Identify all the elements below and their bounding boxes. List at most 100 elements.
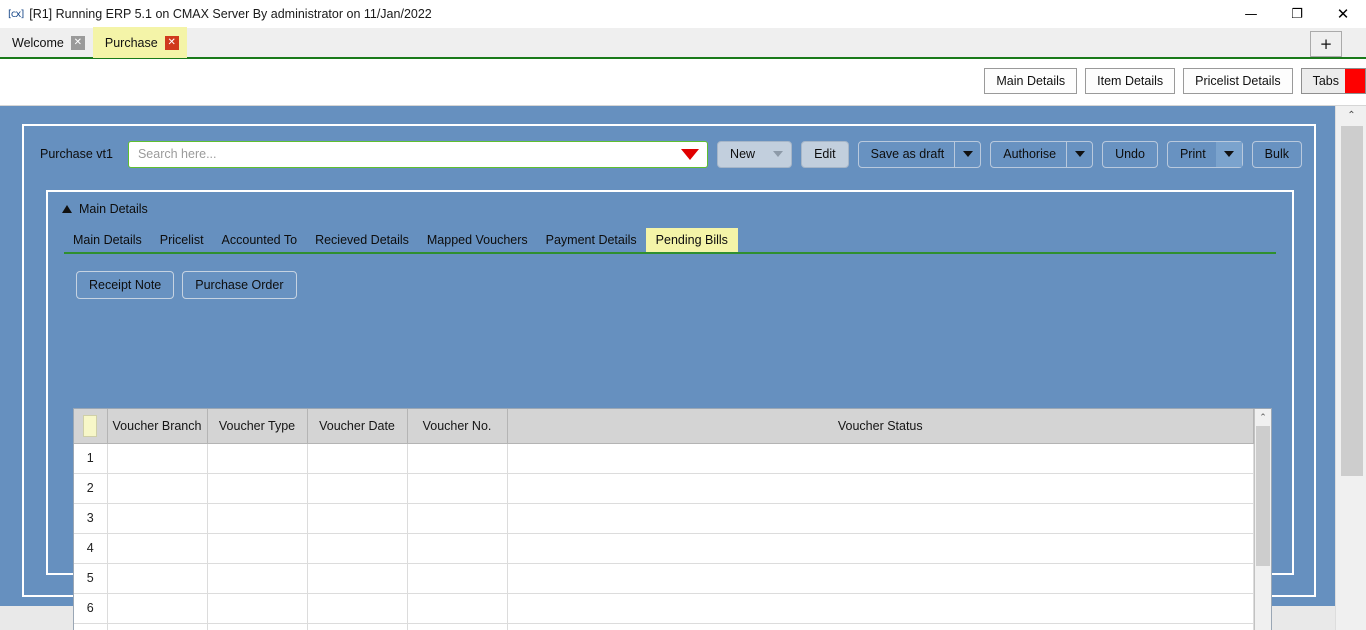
cell-voucher-status[interactable]: [507, 473, 1254, 504]
cell-voucher-status[interactable]: [507, 443, 1254, 474]
chevron-down-icon[interactable]: [1215, 141, 1242, 167]
cell-voucher-status[interactable]: [507, 533, 1254, 564]
cell-voucher-date[interactable]: [307, 503, 408, 534]
subtab-payment-details[interactable]: Payment Details: [537, 229, 646, 252]
edit-button[interactable]: Edit: [801, 140, 849, 168]
maximize-icon[interactable]: ❐: [1274, 0, 1320, 28]
cell-voucher-type[interactable]: [207, 443, 308, 474]
table-row[interactable]: 5: [74, 563, 1254, 594]
ribbon-pricelist-details-button[interactable]: Pricelist Details: [1183, 68, 1293, 94]
cell-voucher-type[interactable]: [207, 593, 308, 624]
scroll-up-icon[interactable]: ⌃: [1254, 409, 1271, 426]
cell-voucher-branch[interactable]: [107, 593, 208, 624]
minimize-icon[interactable]: —: [1228, 0, 1274, 28]
col-voucher-no[interactable]: Voucher No.: [407, 409, 508, 444]
workspace-canvas: Purchase vt1 New Edit Save as draft: [0, 106, 1335, 630]
cell-voucher-no[interactable]: [407, 623, 508, 630]
cell-voucher-date[interactable]: [307, 473, 408, 504]
row-number: 4: [74, 533, 108, 564]
cell-voucher-status[interactable]: [507, 593, 1254, 624]
col-voucher-type[interactable]: Voucher Type: [207, 409, 308, 444]
print-button[interactable]: Print: [1166, 140, 1243, 168]
undo-button[interactable]: Undo: [1102, 140, 1158, 168]
cell-voucher-branch[interactable]: [107, 473, 208, 504]
table-row[interactable]: 7: [74, 623, 1254, 630]
chevron-down-icon[interactable]: [954, 141, 980, 167]
table-row[interactable]: 6: [74, 593, 1254, 624]
new-button[interactable]: New: [717, 140, 793, 168]
subtab-accounted-to[interactable]: Accounted To: [213, 229, 307, 252]
main-details-panel: Main Details Main Details Pricelist Acco…: [46, 190, 1294, 630]
cell-voucher-status[interactable]: [507, 563, 1254, 594]
cell-voucher-no[interactable]: [407, 593, 508, 624]
chevron-down-icon[interactable]: [1066, 141, 1092, 167]
tab-purchase-label: Purchase: [104, 35, 158, 50]
cell-voucher-status[interactable]: [507, 503, 1254, 534]
main-details-section-header[interactable]: Main Details: [48, 192, 1292, 216]
search-input[interactable]: [128, 141, 708, 167]
close-icon[interactable]: ✕: [1320, 0, 1366, 28]
grid-scroll-thumb[interactable]: [1255, 426, 1270, 566]
tab-welcome[interactable]: Welcome ✕: [0, 27, 93, 58]
cell-voucher-type[interactable]: [207, 503, 308, 534]
search-box[interactable]: [127, 140, 709, 168]
subtab-recieved-details[interactable]: Recieved Details: [306, 229, 418, 252]
subtab-mapped-vouchers[interactable]: Mapped Vouchers: [418, 229, 537, 252]
cell-voucher-type[interactable]: [207, 563, 308, 594]
cell-voucher-date[interactable]: [307, 533, 408, 564]
cell-voucher-type[interactable]: [207, 473, 308, 504]
col-voucher-branch[interactable]: Voucher Branch: [107, 409, 208, 444]
select-all-indicator[interactable]: [83, 414, 98, 437]
cell-voucher-branch[interactable]: [107, 623, 208, 630]
cell-voucher-date[interactable]: [307, 623, 408, 630]
table-row[interactable]: 1: [74, 443, 1254, 474]
save-as-draft-button[interactable]: Save as draft: [857, 140, 982, 168]
close-icon[interactable]: ✕: [70, 35, 85, 50]
cell-voucher-no[interactable]: [407, 443, 508, 474]
row-selector-header[interactable]: [74, 409, 108, 444]
cell-voucher-no[interactable]: [407, 563, 508, 594]
cell-voucher-no[interactable]: [407, 503, 508, 534]
cell-voucher-no[interactable]: [407, 533, 508, 564]
table-row[interactable]: 2: [74, 473, 1254, 504]
cell-voucher-type[interactable]: [207, 533, 308, 564]
triangle-up-icon[interactable]: [62, 205, 72, 213]
receipt-note-button[interactable]: Receipt Note: [76, 271, 175, 299]
authorise-button[interactable]: Authorise: [990, 140, 1094, 168]
close-icon[interactable]: ✕: [164, 35, 179, 50]
chevron-down-icon[interactable]: [765, 142, 791, 167]
subtab-pending-bills[interactable]: Pending Bills: [645, 228, 738, 252]
col-voucher-date[interactable]: Voucher Date: [307, 409, 408, 444]
scroll-up-icon[interactable]: ⌃: [1336, 106, 1366, 124]
cell-voucher-branch[interactable]: [107, 563, 208, 594]
table-row[interactable]: 4: [74, 533, 1254, 564]
cell-voucher-status[interactable]: [507, 623, 1254, 630]
cell-voucher-branch[interactable]: [107, 503, 208, 534]
cell-voucher-date[interactable]: [307, 443, 408, 474]
col-voucher-status[interactable]: Voucher Status: [507, 409, 1254, 444]
tab-purchase[interactable]: Purchase ✕: [92, 27, 187, 58]
ribbon-main-details-button[interactable]: Main Details: [984, 68, 1078, 94]
dropdown-arrow-icon[interactable]: [681, 148, 700, 160]
cell-voucher-date[interactable]: [307, 593, 408, 624]
ribbon-item-details-button[interactable]: Item Details: [1085, 68, 1176, 94]
bulk-button[interactable]: Bulk: [1251, 140, 1302, 168]
page-scroll-thumb[interactable]: [1341, 126, 1363, 476]
table-row[interactable]: 3: [74, 503, 1254, 534]
cell-voucher-type[interactable]: [207, 623, 308, 630]
edit-button-label: Edit: [814, 147, 836, 161]
grid-vertical-scrollbar[interactable]: ⌃ ⌄: [1254, 409, 1271, 630]
cell-voucher-date[interactable]: [307, 563, 408, 594]
grid-scroll-track[interactable]: [1254, 426, 1271, 630]
cell-voucher-branch[interactable]: [107, 533, 208, 564]
subtab-pricelist[interactable]: Pricelist: [151, 229, 213, 252]
subtab-main-details[interactable]: Main Details: [64, 229, 151, 252]
add-tab-button[interactable]: +: [1310, 31, 1342, 57]
undo-label: Undo: [1115, 147, 1145, 161]
cell-voucher-branch[interactable]: [107, 443, 208, 474]
authorise-label: Authorise: [1003, 147, 1057, 161]
ribbon-tabs-button[interactable]: Tabs: [1300, 68, 1366, 94]
purchase-order-button[interactable]: Purchase Order: [182, 271, 297, 299]
cell-voucher-no[interactable]: [407, 473, 508, 504]
page-vertical-scrollbar[interactable]: ⌃: [1335, 106, 1366, 630]
